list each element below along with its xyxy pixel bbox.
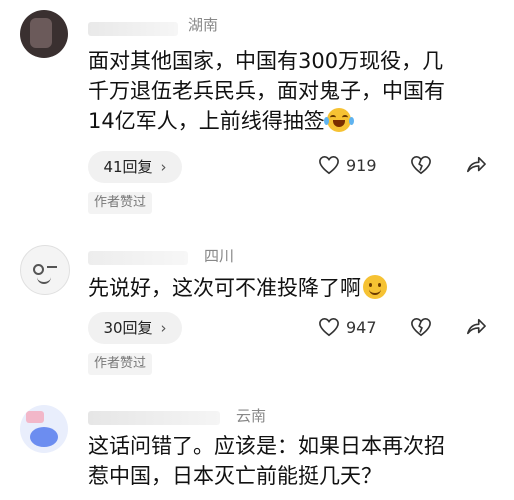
replies-label: 30回复: [103, 319, 153, 337]
dislike-button[interactable]: [410, 317, 432, 337]
region-label: 湖南: [188, 16, 219, 34]
avatar[interactable]: [20, 245, 70, 295]
comment-line: 14亿军人，上前线得抽签: [88, 106, 498, 136]
broken-heart-icon: [410, 317, 432, 337]
broken-heart-icon: [410, 155, 432, 175]
username[interactable]: [88, 22, 178, 36]
heart-icon: [318, 155, 340, 175]
region-label: 云南: [236, 407, 267, 425]
username[interactable]: [88, 251, 188, 265]
replies-label: 41回复: [103, 158, 153, 176]
chevron-right-icon: ›: [160, 158, 167, 176]
comment-text: 先说好，这次可不准投降了啊: [88, 273, 498, 303]
region-label: 四川: [204, 247, 235, 265]
dislike-button[interactable]: [410, 155, 432, 175]
like-count: 919: [346, 155, 377, 175]
smile-emoji: [363, 275, 387, 299]
replies-button[interactable]: 30回复 ›: [88, 312, 182, 344]
comment-item: 云南 这话问错了。应该是：如果日本再次招 惹中国，日本灭亡前能挺几天？: [0, 385, 514, 500]
comment-item: 四川 先说好，这次可不准投降了啊 30回复 › 947 作者赞过: [0, 225, 514, 385]
share-button[interactable]: [465, 155, 487, 175]
chevron-right-icon: ›: [160, 319, 167, 337]
avatar[interactable]: [20, 10, 68, 58]
like-button[interactable]: 919: [318, 155, 377, 175]
share-icon: [465, 155, 487, 175]
comment-item: 湖南 面对其他国家，中国有300万现役，几 千万退伍老兵民兵，面对鬼子，中国有 …: [0, 0, 514, 225]
share-button[interactable]: [465, 317, 487, 337]
comment-text: 这话问错了。应该是：如果日本再次招 惹中国，日本灭亡前能挺几天？: [88, 431, 498, 491]
laughing-crying-emoji: [323, 108, 354, 132]
avatar[interactable]: [20, 405, 68, 453]
username[interactable]: [88, 411, 220, 425]
comment-line: 先说好，这次可不准投降了啊: [88, 273, 498, 303]
comment-text: 面对其他国家，中国有300万现役，几 千万退伍老兵民兵，面对鬼子，中国有 14亿…: [88, 46, 498, 136]
author-liked-badge: 作者赞过: [88, 353, 152, 375]
like-button[interactable]: 947: [318, 317, 377, 337]
comment-line: 千万退伍老兵民兵，面对鬼子，中国有: [88, 79, 445, 103]
heart-icon: [318, 317, 340, 337]
like-count: 947: [346, 317, 377, 337]
comment-line: 惹中国，日本灭亡前能挺几天？: [88, 464, 382, 488]
comment-line: 面对其他国家，中国有300万现役，几: [88, 49, 444, 73]
share-icon: [465, 317, 487, 337]
replies-button[interactable]: 41回复 ›: [88, 151, 182, 183]
comment-line: 这话问错了。应该是：如果日本再次招: [88, 434, 445, 458]
author-liked-badge: 作者赞过: [88, 192, 152, 214]
